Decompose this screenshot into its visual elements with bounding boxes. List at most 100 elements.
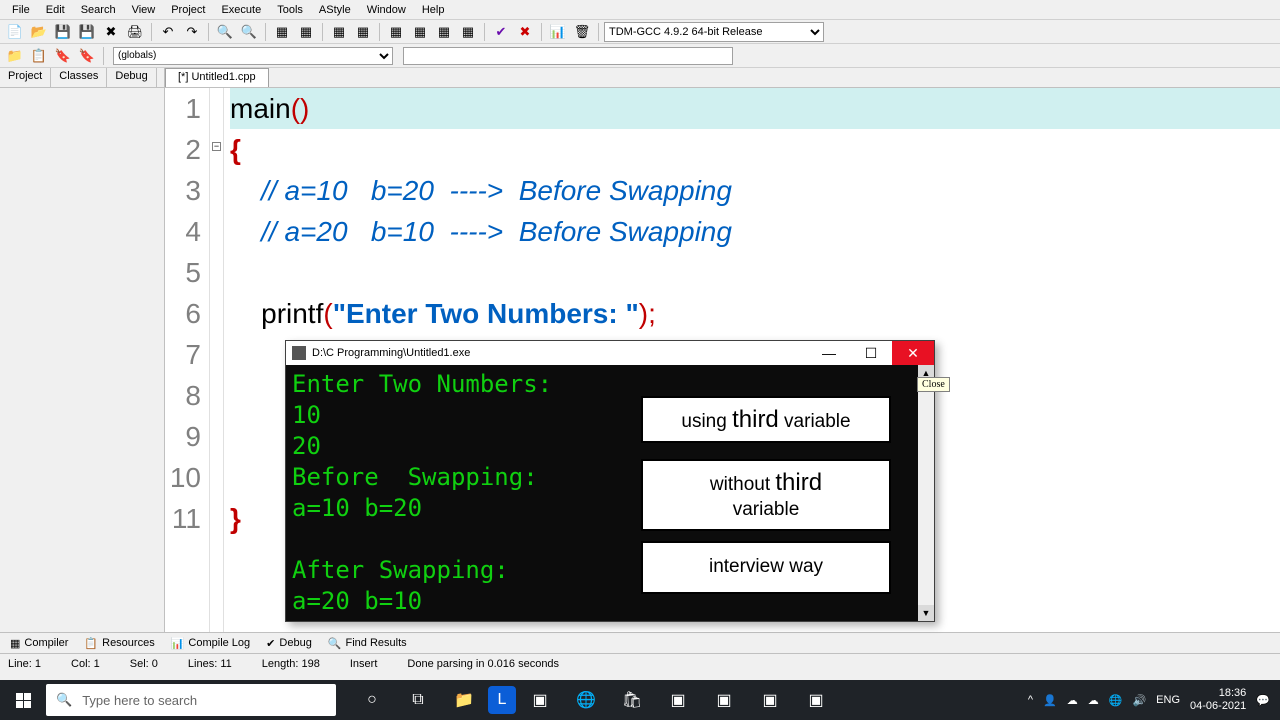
tab-project[interactable]: Project xyxy=(0,68,51,87)
stop-icon[interactable]: ✖ xyxy=(514,22,536,42)
menu-window[interactable]: Window xyxy=(359,2,414,18)
minimize-button[interactable]: — xyxy=(808,341,850,365)
status-line: Line: 1 xyxy=(8,658,41,670)
app-icon xyxy=(292,346,306,360)
tray-icon[interactable]: ☁ xyxy=(1088,694,1099,707)
store-icon[interactable]: 🛍 xyxy=(610,680,654,720)
separator xyxy=(484,23,485,41)
annotation-box: without thirdvariable xyxy=(641,459,891,531)
people-icon[interactable]: 👤 xyxy=(1043,694,1057,707)
debug-icon[interactable]: ▦ xyxy=(352,22,374,42)
tab-compiler[interactable]: ▦ Compiler xyxy=(4,637,74,650)
menu-bar: File Edit Search View Project Execute To… xyxy=(0,0,1280,20)
profile-chart-icon[interactable]: 📊 xyxy=(547,22,569,42)
tab-compile-log[interactable]: 📊 Compile Log xyxy=(165,637,256,650)
tab-classes[interactable]: Classes xyxy=(51,68,107,87)
network-icon[interactable]: 🌐 xyxy=(1109,694,1123,707)
task-view-icon[interactable]: ⧉ xyxy=(396,680,440,720)
new-project-icon[interactable]: 📁 xyxy=(4,46,26,66)
separator xyxy=(151,23,152,41)
status-col: Col: 1 xyxy=(71,658,100,670)
symbol-search-input[interactable] xyxy=(403,47,733,65)
tool-icon[interactable]: ▦ xyxy=(457,22,479,42)
close-file-icon[interactable]: ✖ xyxy=(100,22,122,42)
compiler-select[interactable]: TDM-GCC 4.9.2 64-bit Release xyxy=(604,22,824,42)
fold-marker-icon[interactable]: − xyxy=(212,142,221,151)
annotation-box: interview way xyxy=(641,541,891,594)
app-icon[interactable]: ▣ xyxy=(702,680,746,720)
insert-icon[interactable]: 📋 xyxy=(28,46,50,66)
terminal-icon[interactable]: ▣ xyxy=(518,680,562,720)
open-file-icon[interactable]: 📂 xyxy=(28,22,50,42)
check-icon[interactable]: ✔ xyxy=(490,22,512,42)
new-file-icon[interactable]: 📄 xyxy=(4,22,26,42)
gutter: 1 2 3 4 5 6 7 8 9 10 11 xyxy=(165,88,210,632)
code-text: } xyxy=(230,503,241,534)
menu-help[interactable]: Help xyxy=(414,2,453,18)
tab-debug[interactable]: Debug xyxy=(107,68,156,87)
console-taskbar-icon[interactable]: ▣ xyxy=(794,680,838,720)
app-icon[interactable]: ▣ xyxy=(748,680,792,720)
maximize-button[interactable]: ☐ xyxy=(850,341,892,365)
run-icon[interactable]: ▦ xyxy=(295,22,317,42)
redo-icon[interactable]: ↷ xyxy=(181,22,203,42)
menu-file[interactable]: File xyxy=(4,2,38,18)
devcpp-icon[interactable]: ▣ xyxy=(656,680,700,720)
bookmark-icon[interactable]: 🔖 xyxy=(52,46,74,66)
menu-astyle[interactable]: AStyle xyxy=(311,2,359,18)
menu-view[interactable]: View xyxy=(124,2,164,18)
scroll-down-icon[interactable]: ▼ xyxy=(918,605,934,621)
app-icon[interactable]: L xyxy=(488,686,516,714)
line-number: 3 xyxy=(165,170,201,211)
menu-search[interactable]: Search xyxy=(73,2,124,18)
menu-tools[interactable]: Tools xyxy=(269,2,311,18)
tab-find-results[interactable]: 🔍 Find Results xyxy=(322,637,413,650)
save-icon[interactable]: 💾 xyxy=(52,22,74,42)
compile-icon[interactable]: ▦ xyxy=(271,22,293,42)
volume-icon[interactable]: 🔊 xyxy=(1132,694,1146,707)
separator xyxy=(208,23,209,41)
separator xyxy=(322,23,323,41)
undo-icon[interactable]: ↶ xyxy=(157,22,179,42)
find-icon[interactable]: 🔍 xyxy=(214,22,236,42)
tab-debug-bottom[interactable]: ✔ Debug xyxy=(260,637,318,650)
status-lines: Lines: 11 xyxy=(188,658,232,670)
start-button[interactable] xyxy=(0,680,46,720)
compile-run-icon[interactable]: ▦ xyxy=(385,22,407,42)
language-indicator[interactable]: ENG xyxy=(1156,694,1180,706)
edge-icon[interactable]: 🌐 xyxy=(564,680,608,720)
tool-icon[interactable]: ▦ xyxy=(433,22,455,42)
goto-icon[interactable]: 🔖 xyxy=(76,46,98,66)
onedrive-icon[interactable]: ☁ xyxy=(1067,694,1078,707)
tab-resources[interactable]: 📋 Resources xyxy=(78,637,160,650)
taskbar-search[interactable]: 🔍 Type here to search xyxy=(46,684,336,716)
replace-icon[interactable]: 🔍 xyxy=(238,22,260,42)
explorer-icon[interactable]: 📁 xyxy=(442,680,486,720)
fold-column: − xyxy=(210,88,224,632)
rebuild-icon[interactable]: ▦ xyxy=(328,22,350,42)
menu-edit[interactable]: Edit xyxy=(38,2,73,18)
search-icon: 🔍 xyxy=(56,692,72,708)
search-placeholder: Type here to search xyxy=(82,693,197,708)
cortana-icon[interactable]: ○ xyxy=(350,680,394,720)
sidebar-tabs: Project Classes Debug xyxy=(0,68,164,88)
print-icon[interactable]: 🖨 xyxy=(124,22,146,42)
line-number: 9 xyxy=(165,416,201,457)
scrollbar[interactable]: ▲ ▼ xyxy=(918,365,934,621)
status-parse: Done parsing in 0.016 seconds xyxy=(407,658,559,670)
delete-profile-icon[interactable]: 🗑 xyxy=(571,22,593,42)
save-all-icon[interactable]: 💾 xyxy=(76,22,98,42)
line-number: 4 xyxy=(165,211,201,252)
close-button[interactable]: ✕ xyxy=(892,341,934,365)
code-comment: // a=10 b=20 ----> Before Swapping xyxy=(230,175,732,206)
console-titlebar[interactable]: D:\C Programming\Untitled1.exe — ☐ ✕ xyxy=(286,341,934,365)
taskbar-clock[interactable]: 18:36 04-06-2021 xyxy=(1190,687,1246,713)
file-tab[interactable]: [*] Untitled1.cpp xyxy=(165,68,269,87)
tray-chevron-icon[interactable]: ^ xyxy=(1028,694,1033,706)
separator xyxy=(598,23,599,41)
notifications-icon[interactable]: 💬 xyxy=(1256,694,1270,707)
globals-select[interactable]: (globals) xyxy=(113,47,393,65)
menu-execute[interactable]: Execute xyxy=(213,2,269,18)
profile-icon[interactable]: ▦ xyxy=(409,22,431,42)
menu-project[interactable]: Project xyxy=(163,2,213,18)
